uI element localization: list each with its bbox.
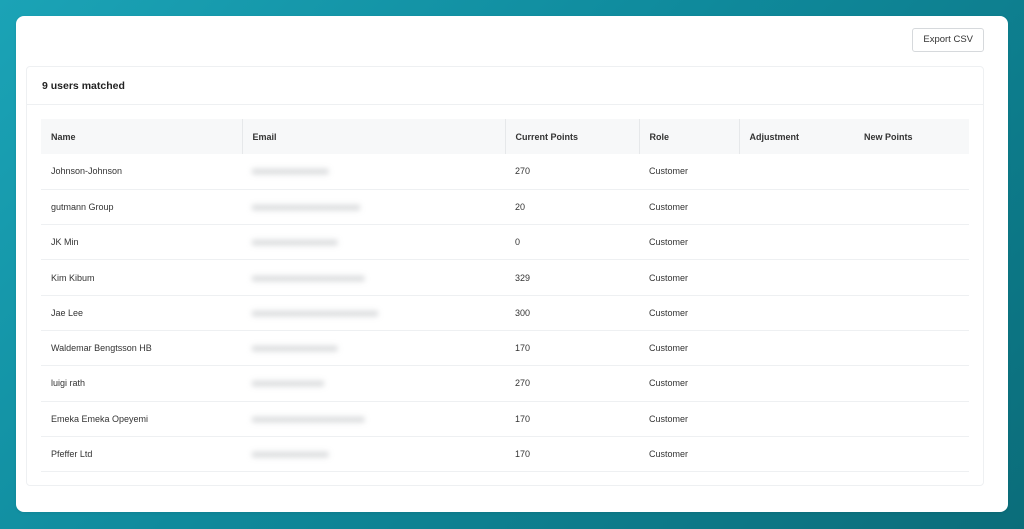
users-table-body: Johnson-Johnson xxxxxxxxxxxxxxxxx 270 Cu… — [41, 154, 969, 472]
user-adjustment[interactable] — [739, 330, 854, 365]
user-name: JK Min — [51, 237, 79, 248]
user-role: Customer — [649, 413, 689, 424]
table-row[interactable]: Kim Kibum xxxxxxxxxxxxxxxxxxxxxxxxx 329 … — [41, 260, 969, 296]
user-new-points — [854, 330, 969, 365]
email-redacted: xxxxxxxxxxxxxxxxxxxxxxxxx — [252, 272, 365, 283]
user-email: xxxxxxxxxxxxxxxxxxxxxxxxxxxx — [242, 295, 505, 330]
user-email: xxxxxxxxxxxxxxxxx — [242, 154, 505, 189]
export-csv-button[interactable]: Export CSV — [912, 28, 984, 52]
users-table: Name Email Current Points Role Adjustmen… — [41, 119, 969, 472]
user-current-points: 0 — [515, 237, 521, 248]
user-name: Emeka Emeka Opeyemi — [51, 413, 149, 424]
user-new-points — [854, 366, 969, 401]
table-header-row: Name Email Current Points Role Adjustmen… — [41, 119, 969, 154]
user-current-points: 270 — [515, 166, 531, 177]
user-adjustment[interactable] — [739, 225, 854, 260]
user-email: xxxxxxxxxxxxxxxxxxxxxxxxx — [242, 260, 505, 295]
email-redacted: xxxxxxxxxxxxxxxx — [252, 378, 324, 389]
users-panel: Export CSV 9 users matched Name Email Cu… — [16, 16, 1008, 512]
user-name: Jae Lee — [51, 307, 84, 318]
column-header-role[interactable]: Role — [638, 119, 739, 154]
column-header-email[interactable]: Email — [241, 119, 505, 154]
user-adjustment[interactable] — [739, 295, 854, 330]
user-current-points: 300 — [515, 307, 531, 318]
results-header: 9 users matched — [27, 67, 983, 105]
table-row[interactable]: Emeka Emeka Opeyemi xxxxxxxxxxxxxxxxxxxx… — [41, 401, 969, 437]
user-role: Customer — [649, 166, 689, 177]
user-email: xxxxxxxxxxxxxxxxxxxxxxxxx — [242, 401, 505, 436]
user-role: Customer — [649, 201, 689, 212]
user-new-points — [854, 295, 969, 330]
email-redacted: xxxxxxxxxxxxxxxxx — [252, 449, 329, 460]
user-adjustment[interactable] — [739, 154, 854, 189]
user-new-points — [854, 225, 969, 260]
user-adjustment[interactable] — [739, 366, 854, 401]
user-adjustment[interactable] — [739, 401, 854, 436]
user-name: Johnson-Johnson — [51, 166, 123, 177]
email-redacted: xxxxxxxxxxxxxxxxxxx — [252, 237, 338, 248]
table-row[interactable]: Johnson-Johnson xxxxxxxxxxxxxxxxx 270 Cu… — [41, 154, 969, 190]
column-header-current-points[interactable]: Current Points — [504, 119, 639, 154]
email-redacted: xxxxxxxxxxxxxxxxxxx — [252, 343, 338, 354]
user-adjustment[interactable] — [739, 436, 854, 471]
table-row[interactable]: JK Min xxxxxxxxxxxxxxxxxxx 0 Customer — [41, 225, 969, 260]
toolbar: Export CSV — [16, 16, 1008, 66]
user-new-points — [854, 401, 969, 436]
column-header-name[interactable]: Name — [41, 119, 242, 154]
user-name: luigi rath — [51, 378, 86, 389]
user-email: xxxxxxxxxxxxxxxxxxx — [242, 330, 505, 365]
user-email: xxxxxxxxxxxxxxxxx — [242, 436, 505, 471]
email-redacted: xxxxxxxxxxxxxxxxx — [252, 166, 329, 177]
user-new-points — [854, 189, 969, 224]
user-email: xxxxxxxxxxxxxxxxxxxxxxxx — [242, 189, 505, 224]
user-current-points: 270 — [515, 378, 531, 389]
user-adjustment[interactable] — [739, 260, 854, 295]
user-current-points: 170 — [515, 413, 531, 424]
email-redacted: xxxxxxxxxxxxxxxxxxxxxxxxxxxx — [252, 307, 378, 318]
user-role: Customer — [649, 343, 689, 354]
table-row[interactable]: gutmann Group xxxxxxxxxxxxxxxxxxxxxxxx 2… — [41, 189, 969, 225]
email-redacted: xxxxxxxxxxxxxxxxxxxxxxxx — [252, 201, 360, 212]
user-role: Customer — [649, 449, 689, 460]
table-row[interactable]: Waldemar Bengtsson HB xxxxxxxxxxxxxxxxxx… — [41, 330, 969, 366]
email-redacted: xxxxxxxxxxxxxxxxxxxxxxxxx — [252, 413, 365, 424]
user-name: Kim Kibum — [51, 272, 95, 283]
table-row[interactable]: luigi rath xxxxxxxxxxxxxxxx 270 Customer — [41, 366, 969, 402]
user-adjustment[interactable] — [739, 189, 854, 224]
user-role: Customer — [649, 237, 689, 248]
user-name: gutmann Group — [51, 201, 114, 212]
user-name: Waldemar Bengtsson HB — [51, 343, 152, 354]
user-current-points: 20 — [515, 201, 526, 212]
user-current-points: 170 — [515, 449, 531, 460]
results-card: 9 users matched Name Email Current Point… — [26, 66, 984, 486]
user-new-points — [854, 260, 969, 295]
table-row[interactable]: Pfeffer Ltd xxxxxxxxxxxxxxxxx 170 Custom… — [41, 436, 969, 472]
results-count-title: 9 users matched — [42, 79, 125, 92]
user-role: Customer — [649, 307, 689, 318]
user-new-points — [854, 154, 969, 189]
user-current-points: 329 — [515, 272, 531, 283]
user-name: Pfeffer Ltd — [51, 449, 93, 460]
user-email: xxxxxxxxxxxxxxxxxxx — [242, 225, 505, 260]
column-header-new-points[interactable]: New Points — [854, 119, 969, 154]
user-email: xxxxxxxxxxxxxxxx — [242, 366, 505, 401]
user-current-points: 170 — [515, 343, 531, 354]
column-header-adjustment[interactable]: Adjustment — [738, 119, 854, 154]
table-row[interactable]: Jae Lee xxxxxxxxxxxxxxxxxxxxxxxxxxxx 300… — [41, 295, 969, 331]
user-role: Customer — [649, 378, 689, 389]
user-role: Customer — [649, 272, 689, 283]
user-new-points — [854, 436, 969, 471]
